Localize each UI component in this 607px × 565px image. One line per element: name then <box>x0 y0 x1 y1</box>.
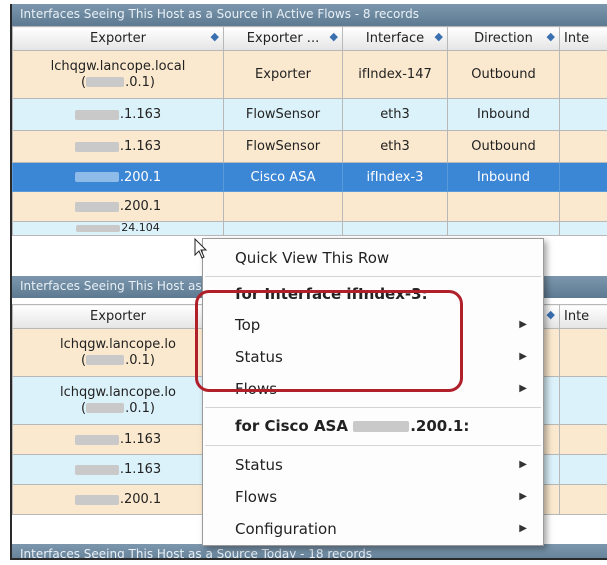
direction-cell: Inbound <box>447 162 560 192</box>
panel-header-source-today: Interfaces Seeing This Host as a Source … <box>12 544 607 560</box>
column-header-exporter[interactable]: Exporter ◆ <box>12 26 224 51</box>
panel-title: Interfaces Seeing This Host as a Source … <box>20 7 419 21</box>
highlight-annotation <box>195 290 463 392</box>
column-header-interface[interactable]: Interface ◆ <box>342 26 448 51</box>
table-row-selected[interactable]: .200.1 Cisco ASA ifIndex-3 Inbound <box>12 162 607 192</box>
redacted-ip <box>74 141 119 152</box>
interfaces-table-source-active: Exporter ◆ Exporter ... ◆ Interface ◆ Direc… <box>12 26 607 236</box>
sort-updown-icon[interactable]: ◆ <box>330 30 338 43</box>
table-header-row: Exporter ◆ Exporter ... ◆ Interface ◆ Direc… <box>12 26 607 51</box>
table-row[interactable]: 24.104 <box>12 221 607 236</box>
redacted-ip <box>74 494 119 505</box>
direction-cell: Outbound <box>447 130 560 163</box>
interface-cell: ifIndex-147 <box>342 50 448 99</box>
panel-title: Interfaces Seeing This Host as a Source … <box>20 547 372 560</box>
column-header-exporter[interactable]: Exporter <box>12 304 224 329</box>
submenu-arrow-icon: ▶ <box>519 459 527 470</box>
panel-header-source-active: Interfaces Seeing This Host as a Source … <box>12 4 607 26</box>
redacted-ip <box>86 355 125 365</box>
submenu-arrow-icon: ▶ <box>519 523 527 534</box>
exporter-cell: .1.163 <box>12 98 224 131</box>
interface-cell: eth3 <box>342 98 448 131</box>
table-row[interactable]: .1.163 FlowSensor eth3 Outbound <box>12 130 607 163</box>
exporter-cell: 24.104 <box>12 221 224 236</box>
menu-item-exporter-status[interactable]: Status ▶ <box>203 450 543 480</box>
exporter-cell: .1.163 <box>12 454 224 485</box>
exporter-type-cell: Exporter <box>223 50 343 99</box>
menu-separator <box>205 276 541 277</box>
column-header-exporter-type[interactable]: Exporter ... ◆ <box>223 26 343 51</box>
redacted-ip <box>353 421 410 432</box>
submenu-arrow-icon: ▶ <box>519 319 527 330</box>
redacted-ip <box>74 434 119 445</box>
redacted-ip <box>86 77 125 87</box>
exporter-cell: .200.1 <box>12 191 224 222</box>
exporter-cell: .1.163 <box>12 424 224 455</box>
menu-separator <box>205 407 541 408</box>
sort-updown-icon[interactable]: ◆ <box>547 30 555 43</box>
exporter-cell: lchqgw.lancope.lo (.0.1) <box>12 376 224 425</box>
exporter-cell: lchqgw.lancope.lo (.0.1) <box>12 328 224 377</box>
table-row[interactable]: .1.163 FlowSensor eth3 Inbound <box>12 98 607 131</box>
exporter-cell: lchqgw.lancope.local (.0.1) <box>12 50 224 99</box>
sort-updown-icon[interactable]: ◆ <box>435 30 443 43</box>
exporter-type-cell: Cisco ASA <box>223 162 343 192</box>
sort-updown-icon[interactable]: ◆ <box>211 30 219 43</box>
redacted-ip <box>74 464 119 475</box>
redacted-ip <box>74 172 119 182</box>
direction-cell: Inbound <box>447 98 560 131</box>
mouse-pointer-icon <box>194 238 208 259</box>
column-header-interface-extra[interactable]: Inte <box>559 304 607 329</box>
direction-cell: Outbound <box>447 50 560 99</box>
exporter-type-cell: FlowSensor <box>223 98 343 131</box>
menu-header-exporter: for Cisco ASA .200.1: <box>235 417 470 435</box>
submenu-arrow-icon: ▶ <box>519 351 527 362</box>
exporter-cell: .1.163 <box>12 130 224 163</box>
redacted-ip <box>74 109 119 120</box>
menu-item-quick-view[interactable]: Quick View This Row <box>203 243 543 273</box>
exporter-type-cell: FlowSensor <box>223 130 343 163</box>
sort-updown-icon[interactable]: ◆ <box>547 308 555 321</box>
menu-separator <box>205 445 541 446</box>
table-row[interactable]: .200.1 <box>12 191 607 222</box>
menu-item-exporter-configuration[interactable]: Configuration ▶ <box>203 514 543 544</box>
redacted-ip <box>86 403 125 413</box>
column-header-interface-extra[interactable]: Inte <box>559 26 607 51</box>
column-header-direction[interactable]: Direction ◆ <box>447 26 560 51</box>
context-menu: Quick View This Row for Interface ifInde… <box>202 238 544 546</box>
interface-cell: eth3 <box>342 130 448 163</box>
exporter-cell: .200.1 <box>12 484 224 515</box>
interface-cell: ifIndex-3 <box>342 162 448 192</box>
redacted-ip <box>76 224 121 232</box>
submenu-arrow-icon: ▶ <box>519 491 527 502</box>
table-row[interactable]: lchqgw.lancope.local (.0.1) Exporter ifI… <box>12 50 607 99</box>
exporter-cell: .200.1 <box>12 162 224 192</box>
submenu-arrow-icon: ▶ <box>519 383 527 394</box>
menu-item-exporter-flows[interactable]: Flows ▶ <box>203 482 543 512</box>
redacted-ip <box>74 201 119 212</box>
